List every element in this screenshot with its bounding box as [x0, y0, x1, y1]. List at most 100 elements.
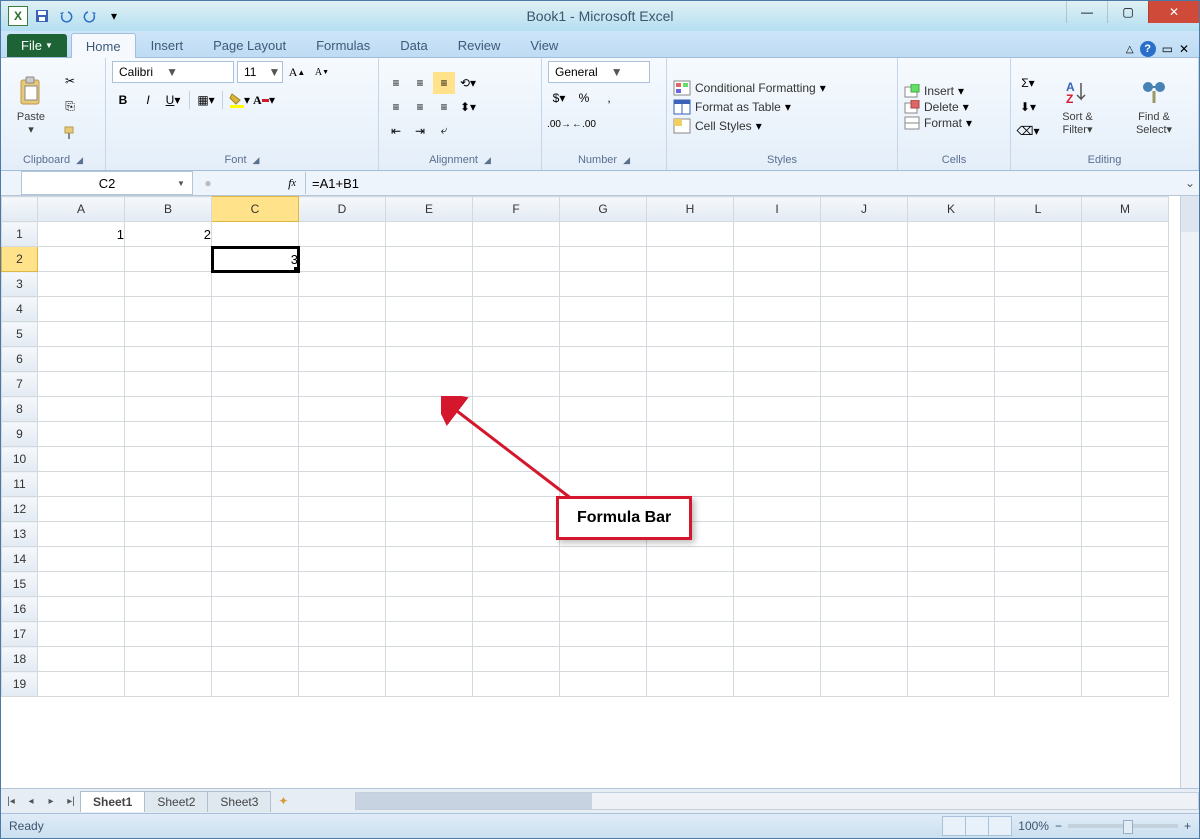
- column-header-L[interactable]: L: [995, 197, 1082, 222]
- cell-G16[interactable]: [560, 597, 647, 622]
- cell-F16[interactable]: [473, 597, 560, 622]
- help-icon[interactable]: ?: [1140, 41, 1156, 57]
- row-header-19[interactable]: 19: [2, 672, 38, 697]
- cell-K6[interactable]: [908, 347, 995, 372]
- clear-icon[interactable]: ⌫▾: [1017, 120, 1039, 142]
- cell-A15[interactable]: [38, 572, 125, 597]
- cell-M1[interactable]: [1082, 222, 1169, 247]
- column-header-B[interactable]: B: [125, 197, 212, 222]
- cell-M18[interactable]: [1082, 647, 1169, 672]
- cell-H8[interactable]: [647, 397, 734, 422]
- cell-I16[interactable]: [734, 597, 821, 622]
- cell-E6[interactable]: [386, 347, 473, 372]
- format-as-table-button[interactable]: Format as Table▾: [673, 99, 826, 115]
- excel-icon[interactable]: X: [7, 5, 29, 27]
- cell-M3[interactable]: [1082, 272, 1169, 297]
- cell-L10[interactable]: [995, 447, 1082, 472]
- cell-B10[interactable]: [125, 447, 212, 472]
- cell-L19[interactable]: [995, 672, 1082, 697]
- merge-icon[interactable]: ⬍▾: [457, 96, 479, 118]
- percent-icon[interactable]: %: [573, 87, 595, 109]
- cut-icon[interactable]: ✂: [59, 70, 81, 92]
- cell-H9[interactable]: [647, 422, 734, 447]
- cell-J6[interactable]: [821, 347, 908, 372]
- cell-C6[interactable]: [212, 347, 299, 372]
- row-header-15[interactable]: 15: [2, 572, 38, 597]
- cell-B5[interactable]: [125, 322, 212, 347]
- tab-page-layout[interactable]: Page Layout: [198, 32, 301, 57]
- cell-J2[interactable]: [821, 247, 908, 272]
- cell-M14[interactable]: [1082, 547, 1169, 572]
- cell-J17[interactable]: [821, 622, 908, 647]
- cell-F2[interactable]: [473, 247, 560, 272]
- font-launcher-icon[interactable]: ◢: [253, 155, 260, 166]
- cell-H17[interactable]: [647, 622, 734, 647]
- cell-C19[interactable]: [212, 672, 299, 697]
- cell-C12[interactable]: [212, 497, 299, 522]
- cell-E11[interactable]: [386, 472, 473, 497]
- cell-I10[interactable]: [734, 447, 821, 472]
- cell-C15[interactable]: [212, 572, 299, 597]
- cell-C2[interactable]: 3: [212, 247, 299, 272]
- tab-review[interactable]: Review: [443, 32, 516, 57]
- cell-D8[interactable]: [299, 397, 386, 422]
- cell-L5[interactable]: [995, 322, 1082, 347]
- cell-E3[interactable]: [386, 272, 473, 297]
- cell-B9[interactable]: [125, 422, 212, 447]
- format-cells-button[interactable]: Format▾: [904, 116, 972, 130]
- column-header-F[interactable]: F: [473, 197, 560, 222]
- cell-D5[interactable]: [299, 322, 386, 347]
- cell-B2[interactable]: [125, 247, 212, 272]
- cell-G15[interactable]: [560, 572, 647, 597]
- cell-E16[interactable]: [386, 597, 473, 622]
- tab-file[interactable]: File ▼: [7, 34, 67, 57]
- cell-F12[interactable]: [473, 497, 560, 522]
- cell-B12[interactable]: [125, 497, 212, 522]
- cell-I12[interactable]: [734, 497, 821, 522]
- new-sheet-icon[interactable]: ✦: [271, 794, 295, 808]
- cell-H2[interactable]: [647, 247, 734, 272]
- cell-A8[interactable]: [38, 397, 125, 422]
- number-launcher-icon[interactable]: ◢: [623, 155, 630, 166]
- column-header-I[interactable]: I: [734, 197, 821, 222]
- row-header-4[interactable]: 4: [2, 297, 38, 322]
- cell-L3[interactable]: [995, 272, 1082, 297]
- cell-C13[interactable]: [212, 522, 299, 547]
- cell-B4[interactable]: [125, 297, 212, 322]
- cell-E1[interactable]: [386, 222, 473, 247]
- cell-B16[interactable]: [125, 597, 212, 622]
- column-header-C[interactable]: C: [212, 197, 299, 222]
- normal-view-icon[interactable]: [943, 817, 966, 835]
- font-name-combo[interactable]: Calibri▼: [112, 61, 234, 83]
- comma-icon[interactable]: ,: [598, 87, 620, 109]
- cell-L12[interactable]: [995, 497, 1082, 522]
- sheet-nav-next-icon[interactable]: ▸: [41, 791, 61, 811]
- row-header-18[interactable]: 18: [2, 647, 38, 672]
- vertical-scrollbar[interactable]: [1180, 196, 1199, 788]
- cell-styles-button[interactable]: Cell Styles▾: [673, 118, 826, 134]
- row-header-11[interactable]: 11: [2, 472, 38, 497]
- column-header-K[interactable]: K: [908, 197, 995, 222]
- cell-J14[interactable]: [821, 547, 908, 572]
- cell-D1[interactable]: [299, 222, 386, 247]
- number-format-combo[interactable]: General▼: [548, 61, 650, 83]
- cell-A9[interactable]: [38, 422, 125, 447]
- cell-C7[interactable]: [212, 372, 299, 397]
- cell-I1[interactable]: [734, 222, 821, 247]
- cell-M19[interactable]: [1082, 672, 1169, 697]
- cell-H7[interactable]: [647, 372, 734, 397]
- formula-input[interactable]: =A1+B1: [306, 172, 1181, 194]
- cell-A10[interactable]: [38, 447, 125, 472]
- cell-L7[interactable]: [995, 372, 1082, 397]
- row-header-12[interactable]: 12: [2, 497, 38, 522]
- cell-M5[interactable]: [1082, 322, 1169, 347]
- cell-E7[interactable]: [386, 372, 473, 397]
- cell-G6[interactable]: [560, 347, 647, 372]
- conditional-formatting-button[interactable]: Conditional Formatting▾: [673, 80, 826, 96]
- column-header-J[interactable]: J: [821, 197, 908, 222]
- italic-button[interactable]: I: [137, 89, 159, 111]
- column-header-H[interactable]: H: [647, 197, 734, 222]
- cell-D4[interactable]: [299, 297, 386, 322]
- cell-C11[interactable]: [212, 472, 299, 497]
- column-header-A[interactable]: A: [38, 197, 125, 222]
